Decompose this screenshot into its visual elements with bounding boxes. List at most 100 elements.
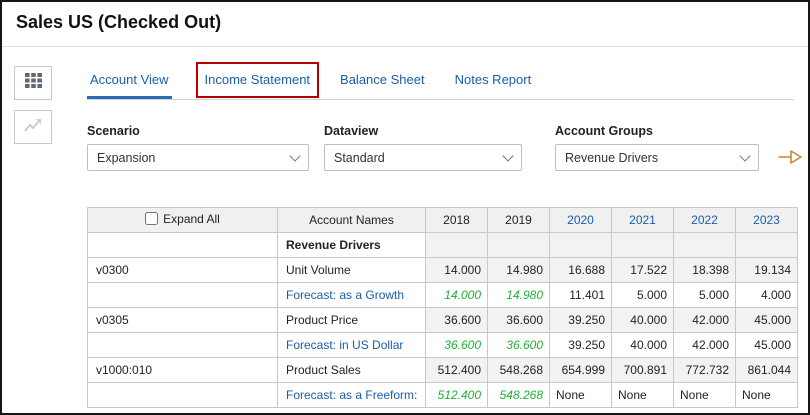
account-groups-dropdown[interactable]: Revenue Drivers bbox=[555, 144, 759, 171]
dataview-value: Standard bbox=[334, 150, 385, 165]
dataview-dropdown[interactable]: Standard bbox=[324, 144, 522, 171]
row-code: v0305 bbox=[87, 307, 278, 333]
cell-value: 16.688 bbox=[549, 257, 612, 283]
table-header-row: Expand All Account Names 2018 2019 2020 202… bbox=[87, 207, 798, 233]
cell-value bbox=[487, 232, 550, 258]
forecast-link[interactable]: Forecast: in US Dollar bbox=[277, 332, 426, 358]
table-row: Revenue Drivers bbox=[87, 232, 798, 258]
filter-account-groups: Account Groups Revenue Drivers bbox=[555, 124, 759, 171]
cell-value[interactable]: 11.401 bbox=[549, 282, 612, 308]
account-name: Product Price bbox=[277, 307, 426, 333]
chevron-down-icon bbox=[739, 149, 751, 162]
scenario-label: Scenario bbox=[87, 124, 140, 138]
account-name: Product Sales bbox=[277, 357, 426, 383]
expand-all-label: Expand All bbox=[163, 211, 220, 226]
scenario-dropdown[interactable]: Expansion bbox=[87, 144, 309, 171]
year-header-2021[interactable]: 2021 bbox=[611, 207, 674, 233]
row-code bbox=[87, 232, 278, 258]
cell-value[interactable]: None bbox=[611, 382, 674, 408]
table-body: Revenue Drivers v0300 Unit Volume 14.000 14.… bbox=[87, 232, 798, 408]
table-row: Forecast: as a Growth 14.000 14.980 11.401 5… bbox=[87, 282, 798, 308]
forward-arrow-button[interactable] bbox=[778, 148, 802, 166]
cell-value[interactable]: None bbox=[673, 382, 736, 408]
year-header-2018: 2018 bbox=[425, 207, 488, 233]
cell-value[interactable]: 45.000 bbox=[735, 332, 798, 358]
cell-value: 14.000 bbox=[425, 257, 488, 283]
filter-scenario: Scenario Expansion bbox=[87, 124, 309, 171]
cell-value: 548.268 bbox=[487, 357, 550, 383]
cell-value: 772.732 bbox=[673, 357, 736, 383]
page-title: Sales US (Checked Out) bbox=[16, 12, 222, 32]
table-row: v0300 Unit Volume 14.000 14.980 16.688 17.522… bbox=[87, 257, 798, 283]
account-groups-label: Account Groups bbox=[555, 124, 653, 138]
cell-value: 861.044 bbox=[735, 357, 798, 383]
cell-value bbox=[611, 232, 674, 258]
cell-value: 654.999 bbox=[549, 357, 612, 383]
cell-value[interactable]: 14.000 bbox=[425, 282, 488, 308]
cell-value bbox=[735, 232, 798, 258]
forecast-link[interactable]: Forecast: as a Freeform: bbox=[277, 382, 426, 408]
grid-view-button[interactable] bbox=[14, 66, 52, 100]
cell-value[interactable]: 14.980 bbox=[487, 282, 550, 308]
cell-value bbox=[673, 232, 736, 258]
account-name: Revenue Drivers bbox=[277, 232, 426, 258]
cell-value[interactable]: None bbox=[735, 382, 798, 408]
chart-view-button[interactable] bbox=[14, 110, 52, 144]
cell-value: 18.398 bbox=[673, 257, 736, 283]
year-header-2022[interactable]: 2022 bbox=[673, 207, 736, 233]
cell-value: 17.522 bbox=[611, 257, 674, 283]
cell-value bbox=[425, 232, 488, 258]
app-window: Sales US (Checked Out) Account View Inco… bbox=[0, 0, 810, 415]
cell-value: 36.600 bbox=[425, 307, 488, 333]
cell-value bbox=[549, 232, 612, 258]
cell-value: 40.000 bbox=[611, 307, 674, 333]
chevron-down-icon bbox=[502, 149, 514, 162]
chevron-down-icon bbox=[289, 149, 301, 162]
cell-value[interactable]: 36.600 bbox=[425, 332, 488, 358]
cell-value[interactable]: 39.250 bbox=[549, 332, 612, 358]
cell-value: 14.980 bbox=[487, 257, 550, 283]
year-header-2019: 2019 bbox=[487, 207, 550, 233]
cell-value[interactable]: 512.400 bbox=[425, 382, 488, 408]
row-code bbox=[87, 332, 278, 358]
cell-value[interactable]: 548.268 bbox=[487, 382, 550, 408]
expand-all-header: Expand All bbox=[87, 207, 278, 233]
dataview-label: Dataview bbox=[324, 124, 379, 138]
chart-icon bbox=[24, 117, 42, 138]
row-code: v0300 bbox=[87, 257, 278, 283]
table-row: Forecast: as a Freeform: 512.400 548.268 No… bbox=[87, 382, 798, 408]
table-row: Forecast: in US Dollar 36.600 36.600 39.250… bbox=[87, 332, 798, 358]
cell-value: 39.250 bbox=[549, 307, 612, 333]
tab-balance-sheet[interactable]: Balance Sheet bbox=[337, 60, 428, 99]
tab-income-statement[interactable]: Income Statement bbox=[195, 61, 320, 98]
scenario-value: Expansion bbox=[97, 150, 156, 165]
tab-bar: Account View Income Statement Balance Sh… bbox=[87, 60, 794, 100]
grid-icon bbox=[24, 73, 42, 93]
cell-value[interactable]: 5.000 bbox=[611, 282, 674, 308]
tab-account-view[interactable]: Account View bbox=[87, 60, 172, 99]
cell-value[interactable]: 5.000 bbox=[673, 282, 736, 308]
cell-value[interactable]: None bbox=[549, 382, 612, 408]
cell-value[interactable]: 42.000 bbox=[673, 332, 736, 358]
sidebar bbox=[14, 66, 56, 154]
cell-value: 512.400 bbox=[425, 357, 488, 383]
cell-value[interactable]: 40.000 bbox=[611, 332, 674, 358]
row-code bbox=[87, 382, 278, 408]
forecast-link[interactable]: Forecast: as a Growth bbox=[277, 282, 426, 308]
expand-all-checkbox[interactable] bbox=[145, 212, 159, 226]
row-code: v1000:010 bbox=[87, 357, 278, 383]
tab-notes-report[interactable]: Notes Report bbox=[452, 60, 535, 99]
year-header-2023[interactable]: 2023 bbox=[735, 207, 798, 233]
cell-value: 19.134 bbox=[735, 257, 798, 283]
year-header-2020[interactable]: 2020 bbox=[549, 207, 612, 233]
cell-value[interactable]: 36.600 bbox=[487, 332, 550, 358]
row-code bbox=[87, 282, 278, 308]
account-groups-value: Revenue Drivers bbox=[565, 150, 659, 165]
table-row: v1000:010 Product Sales 512.400 548.268 654.… bbox=[87, 357, 798, 383]
table-row: v0305 Product Price 36.600 36.600 39.250 40.0… bbox=[87, 307, 798, 333]
cell-value[interactable]: 4.000 bbox=[735, 282, 798, 308]
cell-value: 700.891 bbox=[611, 357, 674, 383]
cell-value: 42.000 bbox=[673, 307, 736, 333]
forward-arrow-icon bbox=[778, 150, 802, 170]
filter-bar: Scenario Expansion Dataview Standard Acc… bbox=[87, 124, 759, 171]
